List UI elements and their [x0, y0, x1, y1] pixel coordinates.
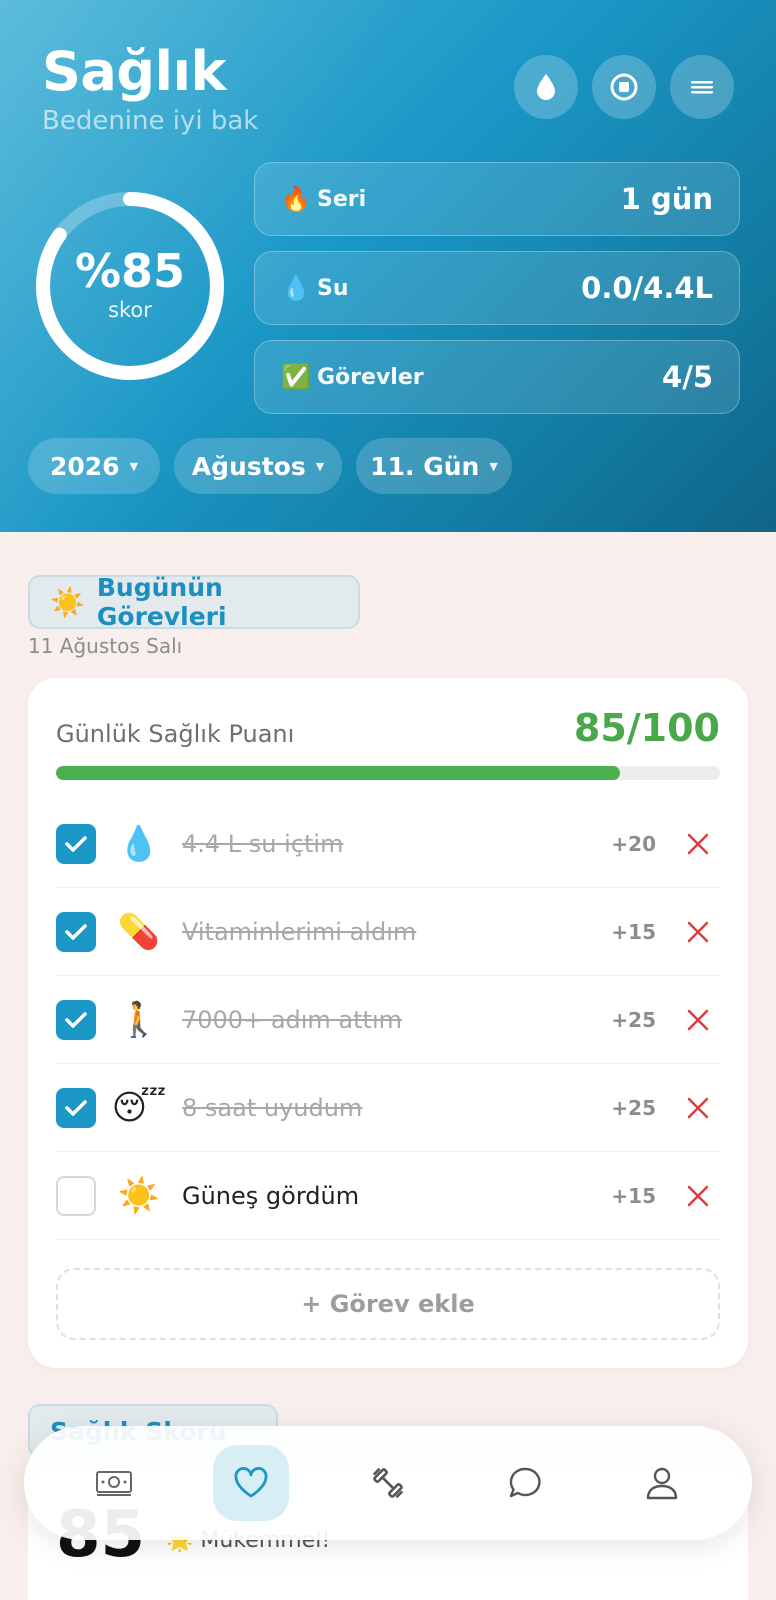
- fire-icon: 🔥: [281, 185, 311, 213]
- task-points: +25: [611, 1095, 656, 1120]
- chevron-down-icon: ▼: [315, 459, 325, 473]
- close-icon: [687, 1185, 709, 1206]
- daily-score-bar-fill: [56, 766, 621, 780]
- add-task-button[interactable]: + Görev ekle: [56, 1268, 720, 1340]
- score-ring-progress: [36, 192, 224, 380]
- stat-value: 1 gün: [620, 182, 713, 216]
- day-value: 11. Gün: [370, 451, 480, 481]
- sun-icon: ☀️: [117, 1175, 161, 1216]
- menu-button[interactable]: [670, 55, 734, 119]
- stop-button[interactable]: [592, 55, 656, 119]
- checkmark-icon: [65, 923, 87, 940]
- menu-icon: [691, 81, 713, 94]
- section-date: 11 Ağustos Salı: [28, 634, 183, 658]
- task-points: +25: [611, 1007, 656, 1032]
- task-points: +15: [611, 1183, 656, 1208]
- delete-task-button[interactable]: [684, 1094, 712, 1122]
- task-item: 💊 Vitaminlerimi aldım +15: [56, 888, 720, 976]
- day-select[interactable]: 11. Gün ▼: [356, 438, 512, 494]
- header: Sağlık Bedenine iyi bak %85 skor 🔥 Seri …: [0, 0, 776, 532]
- task-name: Güneş gördüm: [182, 1181, 360, 1210]
- nav-chat[interactable]: [487, 1445, 563, 1521]
- pill-icon: 💊: [117, 911, 161, 952]
- stat-value: 4/5: [662, 360, 713, 394]
- water-drop-icon: [537, 74, 555, 100]
- task-name: 4.4 L su içtim: [182, 829, 344, 858]
- water-button[interactable]: [514, 55, 578, 119]
- daily-score-label: Günlük Sağlık Puanı: [56, 720, 295, 748]
- stat-label: Görevler: [317, 364, 424, 390]
- checkmark-icon: [65, 1011, 87, 1028]
- checkmark-icon: [65, 835, 87, 852]
- page-title: Sağlık: [42, 40, 226, 103]
- delete-task-button[interactable]: [684, 1006, 712, 1034]
- score-ring: [36, 192, 224, 380]
- close-icon: [687, 1097, 709, 1118]
- walking-icon: 🚶: [117, 999, 161, 1040]
- chat-icon: [509, 1467, 541, 1498]
- task-points: +20: [611, 831, 656, 856]
- stat-water[interactable]: 💧 Su 0.0/4.4L: [254, 251, 740, 325]
- bottom-nav: [24, 1426, 752, 1540]
- daily-score-bar: [56, 766, 720, 780]
- stat-tasks[interactable]: ✅ Görevler 4/5: [254, 340, 740, 414]
- close-icon: [687, 1009, 709, 1030]
- sun-icon: ☀️: [50, 585, 85, 619]
- task-item: ☀️ Güneş gördüm +15: [56, 1152, 720, 1240]
- close-icon: [687, 833, 709, 854]
- nav-fitness[interactable]: [350, 1445, 426, 1521]
- stat-value: 0.0/4.4L: [581, 271, 713, 305]
- month-value: Ağustos: [191, 451, 306, 481]
- section-today-tag: ☀️ Bugünün Görevleri: [28, 573, 360, 631]
- task-checkbox[interactable]: [56, 999, 96, 1040]
- droplet-icon: 💧: [281, 274, 311, 302]
- task-name: 8 saat uyudum: [182, 1093, 363, 1122]
- task-checkbox[interactable]: [56, 823, 96, 864]
- score-ring-text: %85 skor: [32, 248, 228, 322]
- delete-task-button[interactable]: [684, 830, 712, 858]
- task-checkbox[interactable]: [56, 911, 96, 952]
- close-icon: [687, 921, 709, 942]
- task-name: 7000+ adım attım: [182, 1005, 403, 1034]
- stop-icon: [610, 73, 638, 101]
- nav-profile[interactable]: [624, 1445, 700, 1521]
- daily-score-value: 85/100: [573, 706, 720, 750]
- stat-streak[interactable]: 🔥 Seri 1 gün: [254, 162, 740, 236]
- task-checkbox[interactable]: [56, 1175, 96, 1216]
- task-item: 💧 4.4 L su içtim +20: [56, 800, 720, 888]
- delete-task-button[interactable]: [684, 918, 712, 946]
- nav-finance[interactable]: [76, 1445, 152, 1521]
- task-points: +15: [611, 919, 656, 944]
- stat-label: Seri: [317, 186, 367, 212]
- nav-health[interactable]: [213, 1445, 290, 1521]
- year-select[interactable]: 2026 ▼: [28, 438, 160, 494]
- droplet-icon: 💧: [117, 823, 161, 864]
- task-item: 😴 8 saat uyudum +25: [56, 1064, 720, 1152]
- stat-label: Su: [317, 275, 349, 301]
- year-value: 2026: [49, 451, 120, 481]
- score-percent: %85: [74, 244, 186, 298]
- heart-icon: [234, 1467, 268, 1498]
- profile-icon: [646, 1467, 677, 1500]
- money-icon: [96, 1471, 133, 1496]
- task-name: Vitaminlerimi aldım: [182, 917, 417, 946]
- delete-task-button[interactable]: [684, 1182, 712, 1210]
- sleeping-face-icon: 😴: [111, 1087, 167, 1128]
- tasks-card: Günlük Sağlık Puanı 85/100 💧 4.4 L su iç…: [28, 678, 748, 1368]
- score-label: skor: [108, 298, 152, 322]
- page-subtitle: Bedenine iyi bak: [42, 106, 259, 136]
- checkmark-icon: [65, 1099, 87, 1116]
- month-select[interactable]: Ağustos ▼: [174, 438, 342, 494]
- chevron-down-icon: ▼: [129, 459, 139, 473]
- task-item: 🚶 7000+ adım attım +25: [56, 976, 720, 1064]
- section-title: Bugünün Görevleri: [96, 573, 227, 631]
- chevron-down-icon: ▼: [489, 459, 498, 473]
- task-checkbox[interactable]: [56, 1087, 96, 1128]
- check-mark-icon: ✅: [281, 363, 311, 391]
- dumbbell-icon: [373, 1468, 403, 1498]
